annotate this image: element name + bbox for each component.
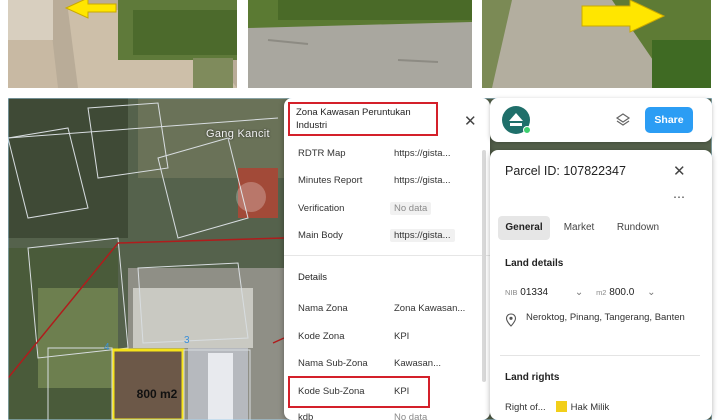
row-label: Main Body (298, 230, 343, 241)
divider (500, 355, 700, 356)
app-topbar: Share (490, 98, 712, 142)
row-label: RDTR Map (298, 148, 346, 159)
rdtr-zone-popup: Zona Kawasan Peruntukan Industri ✕ RDTR … (284, 98, 490, 420)
status-dot-icon (523, 126, 531, 134)
row-label: Nama Sub-Zona (298, 358, 368, 369)
area-unit: m2 (596, 288, 607, 297)
row-value: KPI (394, 331, 410, 342)
scrollbar[interactable] (482, 150, 486, 382)
parcel-number-label: 3 (184, 335, 190, 346)
nib-area-row: NIB 01334 ⌄ m2 800.0 ⌄ (505, 287, 700, 303)
verification-value: No data (390, 202, 432, 215)
close-icon[interactable]: ✕ (464, 112, 477, 130)
location-pin-icon (505, 313, 517, 327)
row-label: Verification (298, 203, 345, 214)
nib-value: 01334 (520, 287, 549, 298)
row-value: Kawasan... (394, 358, 441, 369)
detail-row-kode-zona: Kode Zona KPI (298, 331, 478, 347)
row-label: kdb (298, 412, 314, 420)
details-heading: Details (298, 272, 328, 283)
row-value: No data (394, 412, 428, 420)
tab-general[interactable]: General (498, 216, 550, 240)
popup-row-verification: Verification No data (298, 202, 478, 219)
land-rights-row: Right of... Hak Milik (505, 401, 700, 413)
popup-row-rdtr-map: RDTR Map https://gista... (298, 148, 478, 164)
street-label: Gang Kancit (206, 128, 270, 140)
street-photo-middle (248, 0, 472, 88)
right-of-label: Right of... (505, 402, 546, 413)
popup-row-main-body: Main Body https://gista... (298, 229, 478, 246)
detail-row-nama-sub-zona: Nama Sub-Zona Kawasan... (298, 358, 478, 374)
rdtr-map-link[interactable]: https://gista... (394, 148, 451, 159)
land-details-title: Land details (505, 258, 564, 269)
chevron-down-icon[interactable]: ⌄ (647, 287, 655, 298)
minutes-report-link[interactable]: https://gista... (394, 175, 451, 186)
divider (284, 255, 490, 256)
parcel-title: Parcel ID: 107822347 (505, 164, 626, 178)
parcel-number-label: 4 (104, 342, 110, 353)
share-button[interactable]: Share (645, 107, 693, 133)
parcel-area-label: 800 m2 (136, 387, 178, 401)
row-label: Kode Zona (298, 331, 345, 342)
watermark-icon (236, 182, 266, 212)
row-label: Nama Zona (298, 303, 348, 314)
land-rights-title: Land rights (505, 372, 560, 383)
main-body-link[interactable]: https://gista... (390, 229, 455, 242)
street-photo-left (8, 0, 237, 88)
more-options-icon[interactable]: ⋯ (673, 190, 685, 204)
screenshot-root: Gang Kancit 4 3 800 m2 Zona Kawasan Peru… (0, 0, 720, 420)
row-value: Zona Kawasan... (394, 303, 466, 314)
close-icon[interactable]: ✕ (673, 162, 686, 180)
parcel-panel: Parcel ID: 107822347 ✕ ⋯ General Market … (490, 150, 712, 420)
highlight-box (288, 376, 430, 408)
detail-row-nama-zona: Nama Zona Zona Kawasan... (298, 303, 478, 319)
street-photo-right (482, 0, 711, 88)
row-label: Minutes Report (298, 175, 363, 186)
parcel-address: Neroktog, Pinang, Tangerang, Banten (526, 312, 685, 323)
zone-name-header: Zona Kawasan Peruntukan Industri (288, 102, 438, 136)
chevron-down-icon[interactable]: ⌄ (575, 287, 583, 298)
tab-market[interactable]: Market (556, 216, 602, 240)
area-value: 800.0 (609, 287, 635, 298)
right-value: Hak Milik (570, 402, 610, 413)
tab-rundown[interactable]: Rundown (608, 216, 668, 240)
right-color-swatch (555, 401, 567, 412)
layers-icon[interactable] (615, 112, 631, 128)
popup-row-minutes-report: Minutes Report https://gista... (298, 175, 478, 191)
detail-row-kdb: kdb No data (298, 412, 478, 420)
nib-label: NIB (505, 288, 518, 297)
